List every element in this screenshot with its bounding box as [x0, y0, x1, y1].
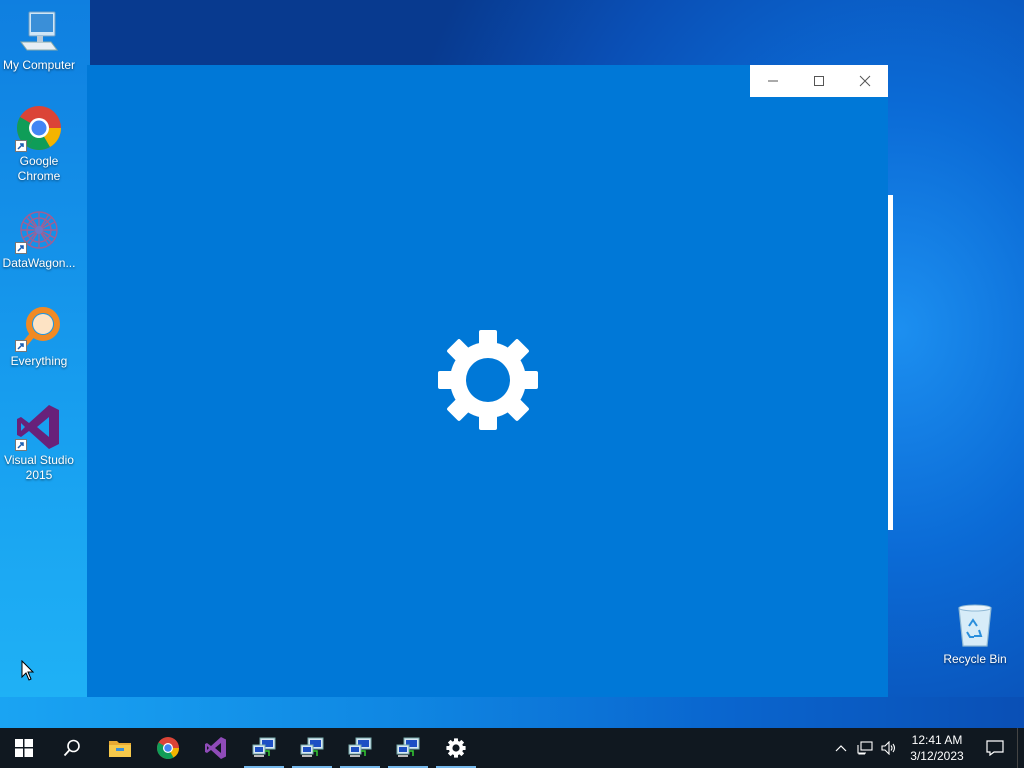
taskbar-visual-studio-button[interactable] [192, 728, 240, 768]
minimize-icon [768, 80, 778, 82]
desktop-icon-everything[interactable]: Everything [0, 304, 78, 369]
start-button[interactable] [0, 728, 48, 768]
file-explorer-button[interactable] [96, 728, 144, 768]
show-desktop-button[interactable] [1017, 728, 1024, 768]
network-computer-icon [348, 737, 372, 757]
desktop-icon-recycle-bin[interactable]: Recycle Bin [936, 602, 1014, 667]
clock-time: 12:41 AM [911, 733, 963, 747]
chrome-icon [15, 104, 63, 152]
desktop-icon-label: Recycle Bin [943, 652, 1007, 666]
network-computer-icon [396, 737, 420, 757]
desktop-icon-label: My Computer [2, 58, 76, 72]
visual-studio-icon [205, 737, 226, 759]
taskbar-app-3-button[interactable] [336, 728, 384, 768]
folder-icon [109, 741, 131, 757]
window-edge-scrollbar[interactable] [888, 195, 893, 530]
computer-icon [15, 8, 63, 56]
network-tray-button[interactable] [853, 728, 877, 768]
windows-logo-icon [15, 739, 33, 757]
desktop-icon-google-chrome[interactable]: Google Chrome [0, 104, 78, 184]
mouse-cursor-icon [21, 660, 35, 681]
shortcut-arrow-icon [15, 242, 27, 254]
desktop-icon-label: Everything [10, 354, 68, 368]
gear-icon [446, 738, 466, 758]
speaker-icon [881, 741, 896, 755]
desktop-icon-label: DataWagon... [2, 256, 76, 270]
taskbar-app-4-button[interactable] [384, 728, 432, 768]
taskbar-settings-button[interactable] [432, 728, 480, 768]
taskbar: 12:41 AM 3/12/2023 [0, 728, 1024, 768]
search-icon [63, 739, 80, 757]
recycle-bin-icon [951, 602, 999, 650]
close-icon [859, 75, 871, 87]
network-icon [857, 741, 873, 755]
maximize-icon [814, 76, 824, 86]
maximize-button[interactable] [796, 65, 842, 97]
show-hidden-icons-button[interactable] [829, 728, 853, 768]
taskbar-app-2-button[interactable] [288, 728, 336, 768]
window-caption-buttons [750, 65, 888, 97]
volume-tray-button[interactable] [877, 728, 901, 768]
chrome-icon [157, 737, 179, 759]
action-center-button[interactable] [973, 728, 1017, 768]
network-computer-icon [252, 737, 276, 757]
minimize-button[interactable] [750, 65, 796, 97]
gear-icon [438, 330, 538, 430]
desktop-wallpaper-strip [0, 697, 1024, 728]
visual-studio-icon [15, 403, 63, 451]
shortcut-arrow-icon [15, 439, 27, 451]
notification-icon [986, 740, 1004, 756]
system-tray: 12:41 AM 3/12/2023 [829, 728, 1024, 768]
search-button[interactable] [48, 728, 96, 768]
taskbar-clock[interactable]: 12:41 AM 3/12/2023 [901, 732, 973, 764]
desktop-icon-datawagon[interactable]: DataWagon... [0, 206, 78, 271]
desktop-icon-my-computer[interactable]: My Computer [0, 8, 78, 73]
taskbar-chrome-button[interactable] [144, 728, 192, 768]
close-button[interactable] [842, 65, 888, 97]
desktop-icon-visual-studio-2015[interactable]: Visual Studio 2015 [0, 403, 78, 483]
shortcut-arrow-icon [15, 340, 27, 352]
everything-search-icon [15, 304, 63, 352]
taskbar-app-1-button[interactable] [240, 728, 288, 768]
datawagon-icon [15, 206, 63, 254]
chevron-up-icon [835, 745, 847, 752]
shortcut-arrow-icon [15, 140, 27, 152]
desktop-icon-label: Visual Studio 2015 [4, 453, 74, 482]
network-computer-icon [300, 737, 324, 757]
desktop-icon-label: Google Chrome [17, 154, 61, 183]
clock-date: 3/12/2023 [910, 749, 964, 763]
